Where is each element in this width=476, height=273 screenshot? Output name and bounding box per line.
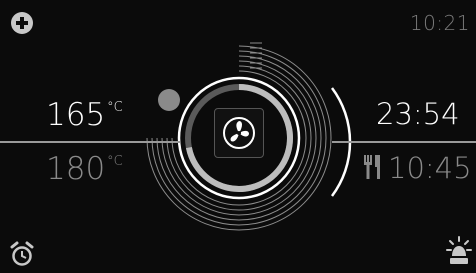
target-temperature-value: 180 <box>46 151 106 187</box>
clock: 10:21 <box>409 11 470 35</box>
temperature-knob[interactable] <box>158 89 180 111</box>
add-button[interactable] <box>11 12 33 34</box>
alarm-clock-icon[interactable] <box>9 241 35 267</box>
current-temperature: 165 °C <box>46 97 123 133</box>
current-temperature-unit: °C <box>107 100 123 115</box>
current-temperature-value: 165 <box>46 97 106 133</box>
target-temperature-unit: °C <box>107 154 123 169</box>
fan-icon <box>223 117 255 149</box>
end-time: 10:45 <box>388 151 472 185</box>
fan-mode-button[interactable] <box>214 108 264 158</box>
fork-knife-icon <box>364 155 380 179</box>
right-divider <box>332 141 476 143</box>
target-temperature[interactable]: 180 °C <box>46 151 123 187</box>
left-divider <box>0 141 180 143</box>
light-bulb-icon[interactable] <box>446 236 472 266</box>
cook-time[interactable]: 23:54 <box>376 97 460 131</box>
